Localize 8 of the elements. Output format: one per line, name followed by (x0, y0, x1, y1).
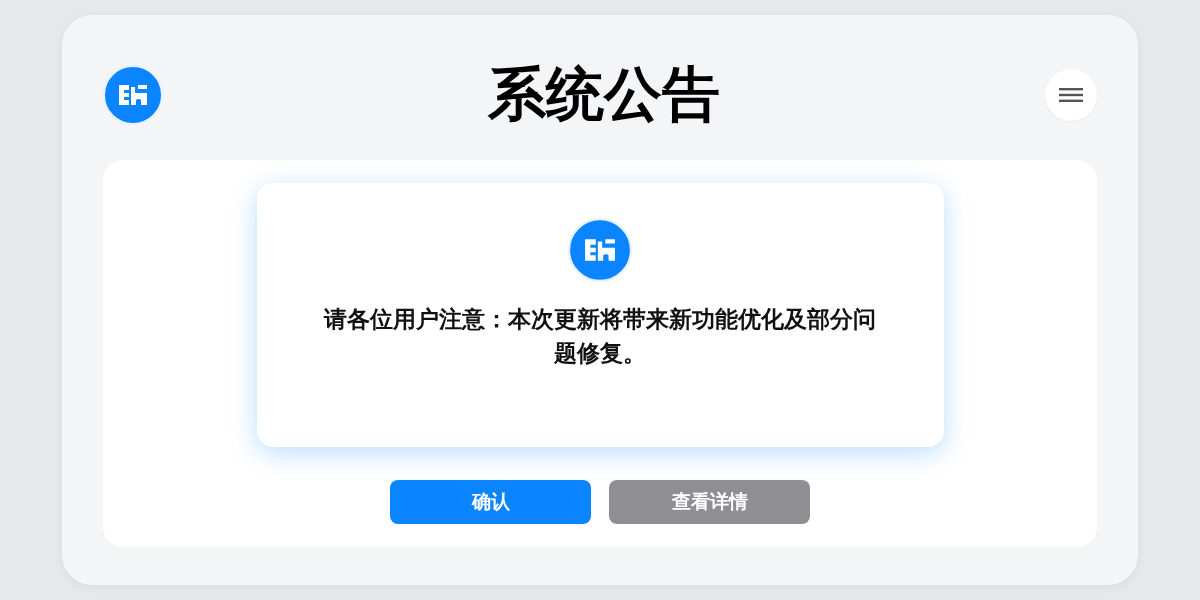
logo-icon (103, 65, 163, 125)
logo-icon (568, 218, 632, 282)
details-button[interactable]: 查看详情 (609, 480, 810, 524)
menu-button[interactable] (1045, 69, 1097, 121)
menu-icon (1059, 87, 1083, 103)
window-title: 系统公告 (487, 59, 721, 130)
notice-message: 请各位用户注意：本次更新将带来新功能优化及部分问题修复。 (322, 305, 877, 368)
confirm-button[interactable]: 确认 (390, 480, 591, 524)
